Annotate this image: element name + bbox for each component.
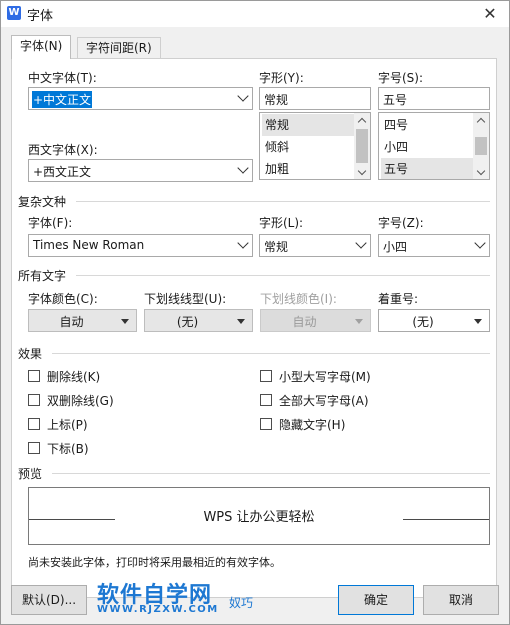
- scroll-down-icon[interactable]: [354, 165, 370, 179]
- preview-text: WPS 让办公更轻松: [203, 510, 315, 525]
- double-strikethrough-label: 双删除线(G): [47, 394, 114, 408]
- caret-down-icon: [121, 319, 129, 324]
- divider: [52, 473, 490, 474]
- cjk-font-label: 中文字体(T):: [28, 71, 97, 85]
- subscript-label: 下标(B): [47, 442, 89, 456]
- emphasis-dropdown[interactable]: (无): [378, 309, 490, 332]
- chevron-down-icon[interactable]: [474, 237, 486, 249]
- chevron-down-icon[interactable]: [237, 237, 249, 249]
- checkbox-box[interactable]: [28, 394, 40, 406]
- complex-size-value: 小四: [383, 240, 408, 254]
- wps-writer-icon: W: [7, 6, 21, 20]
- scroll-up-icon[interactable]: [473, 113, 489, 127]
- default-button[interactable]: 默认(D)...: [11, 585, 87, 615]
- scroll-down-icon[interactable]: [473, 165, 489, 179]
- checkbox-box[interactable]: [28, 418, 40, 430]
- emphasis-label: 着重号:: [378, 292, 419, 306]
- watermark-fragment: 奴巧: [229, 596, 254, 610]
- scroll-thumb[interactable]: [356, 129, 368, 163]
- style-value: 常规: [264, 93, 289, 107]
- underline-type-dropdown[interactable]: (无): [144, 309, 253, 332]
- font-color-dropdown[interactable]: 自动: [28, 309, 137, 332]
- cjk-font-combo[interactable]: +中文正文: [28, 87, 253, 110]
- preview-box: WPS 让办公更轻松: [28, 487, 490, 545]
- all-text-section-title: 所有文字: [18, 269, 67, 283]
- size-option[interactable]: 五号: [381, 158, 473, 179]
- complex-style-value: 常规: [264, 240, 289, 254]
- complex-style-label: 字形(L):: [259, 216, 304, 230]
- latin-font-value: +西文正文: [33, 165, 92, 179]
- font-color-value: 自动: [59, 315, 84, 329]
- complex-style-combo[interactable]: 常规: [259, 234, 371, 257]
- strikethrough-label: 删除线(K): [47, 370, 101, 384]
- font-missing-note: 尚未安装此字体，打印时将采用最相近的有效字体。: [28, 556, 281, 569]
- size-label: 字号(S):: [378, 71, 424, 85]
- checkbox-box[interactable]: [260, 394, 272, 406]
- latin-font-combo[interactable]: +西文正文: [28, 159, 253, 182]
- divider: [76, 275, 490, 276]
- divider: [52, 353, 490, 354]
- emphasis-value: (无): [412, 315, 434, 329]
- style-label: 字形(Y):: [259, 71, 304, 85]
- checkbox-box[interactable]: [28, 370, 40, 382]
- complex-font-combo[interactable]: Times New Roman: [28, 234, 253, 257]
- scroll-thumb[interactable]: [475, 137, 487, 155]
- style-option[interactable]: 加粗: [262, 158, 354, 179]
- cjk-font-value: +中文正文: [32, 91, 93, 108]
- caret-down-icon: [474, 319, 482, 324]
- small-caps-label: 小型大写字母(M): [279, 370, 371, 384]
- caret-down-icon: [237, 319, 245, 324]
- font-tab-panel: 中文字体(T): +中文正文 字形(Y): 常规 常规 倾斜 加粗 字号(S):…: [11, 58, 497, 598]
- font-dialog: W 字体 ✕ 字体(N) 字符间距(R) 中文字体(T): +中文正文 字形(Y…: [0, 0, 510, 625]
- hidden-text-label: 隐藏文字(H): [279, 418, 346, 432]
- watermark: 软件自学网 WWW.RJZXW.COM 奴巧: [97, 577, 257, 617]
- font-color-label: 字体颜色(C):: [28, 292, 98, 306]
- dialog-title: 字体: [27, 9, 54, 24]
- size-value: 五号: [383, 93, 408, 107]
- dialog-body: 字体(N) 字符间距(R) 中文字体(T): +中文正文 字形(Y): 常规 常…: [1, 27, 509, 624]
- size-scrollbar[interactable]: [473, 113, 489, 179]
- complex-font-label: 字体(F):: [28, 216, 73, 230]
- title-bar: W 字体 ✕: [1, 1, 509, 27]
- close-button[interactable]: ✕: [479, 3, 501, 25]
- scroll-up-icon[interactable]: [354, 113, 370, 127]
- style-option[interactable]: 常规: [262, 114, 354, 136]
- underline-color-dropdown: 自动: [260, 309, 371, 332]
- tab-font[interactable]: 字体(N): [11, 35, 72, 59]
- complex-size-label: 字号(Z):: [378, 216, 424, 230]
- superscript-label: 上标(P): [47, 418, 88, 432]
- style-scrollbar[interactable]: [354, 113, 370, 179]
- style-list[interactable]: 常规 倾斜 加粗: [259, 112, 371, 180]
- latin-font-label: 西文字体(X):: [28, 143, 98, 157]
- complex-size-combo[interactable]: 小四: [378, 234, 490, 257]
- underline-color-label: 下划线颜色(I):: [260, 292, 337, 306]
- underline-color-value: 自动: [292, 315, 317, 329]
- underline-type-value: (无): [176, 315, 199, 329]
- divider: [76, 201, 490, 202]
- chevron-down-icon[interactable]: [355, 237, 367, 249]
- effects-section-title: 效果: [18, 347, 43, 361]
- checkbox-box[interactable]: [260, 370, 272, 382]
- complex-section-title: 复杂文种: [18, 195, 67, 209]
- size-option[interactable]: 小四: [381, 136, 473, 158]
- cancel-button[interactable]: 取消: [423, 585, 499, 615]
- all-caps-label: 全部大写字母(A): [279, 394, 369, 408]
- style-input[interactable]: 常规: [259, 87, 371, 110]
- watermark-url: WWW.RJZXW.COM: [97, 604, 219, 615]
- caret-down-icon: [355, 319, 363, 324]
- size-list[interactable]: 四号 小四 五号: [378, 112, 490, 180]
- chevron-down-icon[interactable]: [237, 162, 249, 174]
- tab-character-spacing[interactable]: 字符间距(R): [77, 37, 161, 59]
- preview-section-title: 预览: [18, 467, 43, 481]
- complex-font-value: Times New Roman: [33, 238, 145, 252]
- checkbox-box[interactable]: [260, 418, 272, 430]
- style-option[interactable]: 倾斜: [262, 136, 354, 158]
- size-option[interactable]: 四号: [381, 114, 473, 136]
- ok-button[interactable]: 确定: [338, 585, 414, 615]
- chevron-down-icon[interactable]: [237, 90, 249, 102]
- checkbox-box[interactable]: [28, 442, 40, 454]
- underline-type-label: 下划线线型(U):: [144, 292, 227, 306]
- size-input[interactable]: 五号: [378, 87, 490, 110]
